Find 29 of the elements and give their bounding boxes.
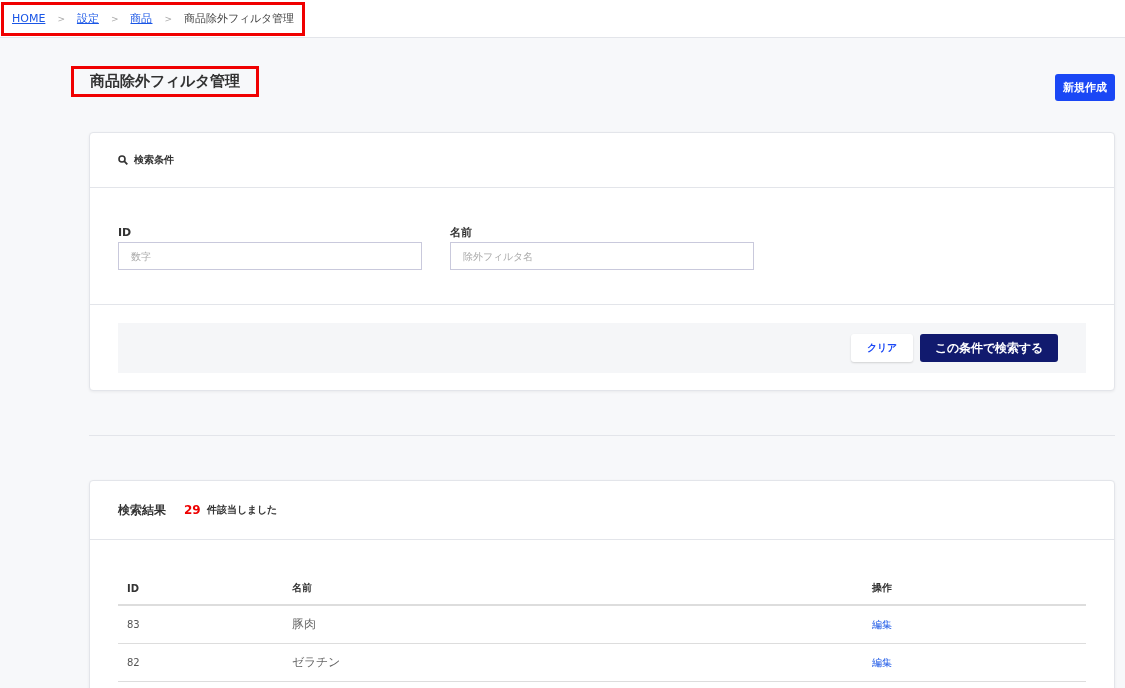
input-field[interactable]: 数字 — [118, 242, 422, 270]
column-header: ID — [118, 572, 283, 605]
search-title: 検索条件 — [134, 153, 174, 167]
table-cell: 豚肉 — [282, 605, 864, 644]
breadcrumb-separator: > — [57, 13, 65, 24]
new-button[interactable]: 新規作成 — [1055, 74, 1115, 101]
page-title: 商品除外フィルタ管理 — [90, 72, 240, 91]
breadcrumb-current: 商品除外フィルタ管理 — [184, 11, 294, 26]
clear-button[interactable]: クリア — [851, 334, 913, 362]
search-button[interactable]: この条件で検索する — [920, 334, 1058, 362]
table-cell: 82 — [118, 643, 283, 682]
table-cell: ゼラチン — [282, 643, 864, 682]
input-field[interactable]: 除外フィルタ名 — [450, 242, 754, 270]
breadcrumb-link[interactable]: 設定 — [76, 11, 99, 26]
field-label: ID — [118, 226, 133, 240]
results-title: 検索結果 — [118, 501, 166, 519]
breadcrumb-separator: > — [164, 13, 172, 24]
breadcrumb-link[interactable]: HOME — [12, 11, 46, 26]
column-header: 操作 — [863, 572, 1086, 605]
column-header: 名前 — [282, 572, 864, 605]
edit-link[interactable]: 編集 — [872, 618, 893, 630]
field-label: 名前 — [450, 226, 473, 240]
breadcrumb-link[interactable]: 商品 — [130, 11, 153, 26]
search-icon — [118, 155, 128, 165]
breadcrumb-separator: > — [110, 13, 119, 24]
result-count: 29 — [184, 503, 201, 517]
table-cell: 83 — [118, 605, 283, 644]
result-count-label: 件該当しました — [206, 503, 277, 517]
edit-link[interactable]: 編集 — [872, 656, 893, 668]
